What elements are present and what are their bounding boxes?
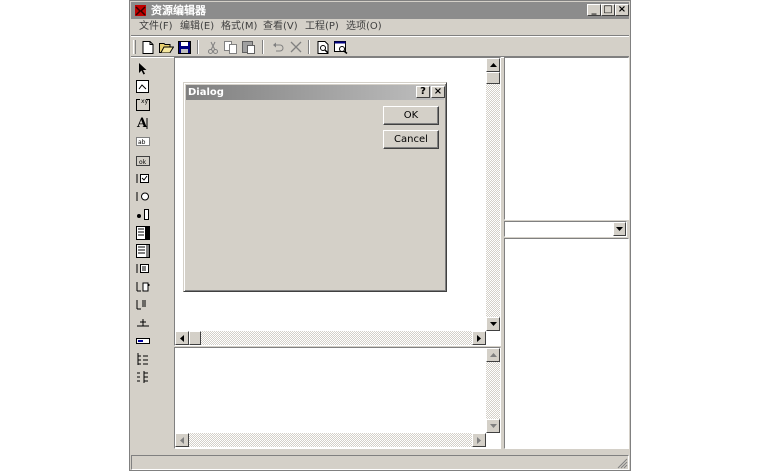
spin-tool-icon[interactable] [134,261,151,276]
output-scroll-down-button[interactable] [486,419,500,433]
output-scroll-up-button[interactable] [486,348,500,362]
output-horizontal-scrollbar[interactable] [175,433,486,447]
button-tool-icon[interactable]: ok [134,153,151,168]
scroll-down-button[interactable] [486,317,500,331]
size-grip-icon[interactable] [617,458,628,472]
toolbar-separator [197,40,199,54]
svg-text:xy: xy [141,98,149,105]
object-selector-combo[interactable] [504,221,627,237]
tab-tool-icon[interactable] [134,369,151,384]
window-title: 资源编辑器 [151,4,206,17]
combo-dropdown-button[interactable] [613,222,626,236]
picture-tool-icon[interactable] [134,79,151,94]
toolbar-separator [262,40,264,54]
menu-view[interactable]: 查看(V) [263,21,298,33]
tree-view-tool-icon[interactable] [134,351,151,366]
dialog-close-button[interactable]: × [431,86,445,98]
toolbar-separator [308,40,310,54]
delete-icon[interactable] [288,39,304,55]
output-vertical-scrollbar[interactable] [486,348,500,433]
minimize-button[interactable]: _ [587,4,601,16]
menu-file[interactable]: 文件(F) [139,21,173,33]
status-bar [131,454,629,471]
dialog-help-button[interactable]: ? [416,86,430,98]
menu-bar: 文件(F) 编辑(E) 格式(M) 查看(V) 工程(P) 选项(O) [131,19,629,36]
copy-icon[interactable] [223,39,239,55]
editor-vertical-scrollbar[interactable] [486,58,500,331]
slider-tool-icon[interactable] [134,279,151,294]
svg-text:ab: ab [138,139,146,146]
dialog-preview[interactable]: Dialog ? × OK Cancel [183,82,447,292]
output-scroll-right-button[interactable] [472,433,486,447]
group-box-tool-icon[interactable]: xy [134,97,151,112]
static-text-tool-icon[interactable]: A [134,115,151,130]
scroll-up-button[interactable] [486,58,500,72]
check-box-tool-icon[interactable] [134,171,151,186]
list-view-tool-icon[interactable] [134,333,151,348]
cut-icon[interactable] [205,39,221,55]
edit-text-tool-icon[interactable]: ab [134,133,151,148]
title-bar[interactable]: 资源编辑器 _ □ × [131,2,629,19]
radio-button-tool-icon[interactable] [134,189,151,204]
cancel-button[interactable]: Cancel [383,130,439,149]
controls-palette: xy A ab ok [132,61,152,391]
scroll-thumb[interactable] [486,72,500,84]
scrollbar-tool-icon[interactable] [134,243,151,258]
editor-horizontal-scrollbar[interactable] [175,331,486,345]
svg-text:A: A [136,116,148,130]
dialog-title: Dialog [188,87,224,98]
menu-edit[interactable]: 编辑(E) [180,21,214,33]
undo-icon[interactable] [270,39,286,55]
save-icon[interactable] [176,39,192,55]
combo-box-tool-icon[interactable] [134,207,151,222]
maximize-button[interactable]: □ [601,4,615,16]
resource-tree-pane[interactable] [504,57,629,220]
svg-text:ok: ok [139,159,147,166]
test-dialog-icon[interactable] [315,39,331,55]
toolbar-grip[interactable] [133,40,136,54]
ok-button[interactable]: OK [383,106,439,125]
preview-icon[interactable] [333,39,349,55]
status-panel [131,455,629,470]
close-button[interactable]: × [615,4,629,16]
scroll-left-button[interactable] [175,331,189,345]
list-box-tool-icon[interactable] [134,225,151,240]
menu-options[interactable]: 选项(O) [346,21,382,33]
properties-pane[interactable] [504,238,629,449]
hotkey-tool-icon[interactable] [134,315,151,330]
menu-separator [131,35,629,37]
scroll-right-button[interactable] [472,331,486,345]
menu-project[interactable]: 工程(P) [305,21,339,33]
new-icon[interactable] [140,39,156,55]
output-scroll-left-button[interactable] [175,433,189,447]
open-icon[interactable] [158,39,174,55]
hscroll-thumb[interactable] [189,331,201,345]
app-icon [134,4,147,17]
menu-format[interactable]: 格式(M) [221,21,257,33]
dialog-title-bar[interactable]: Dialog ? × [186,85,445,100]
progress-tool-icon[interactable] [134,297,151,312]
pointer-tool-icon[interactable] [134,61,151,76]
paste-icon[interactable] [241,39,257,55]
